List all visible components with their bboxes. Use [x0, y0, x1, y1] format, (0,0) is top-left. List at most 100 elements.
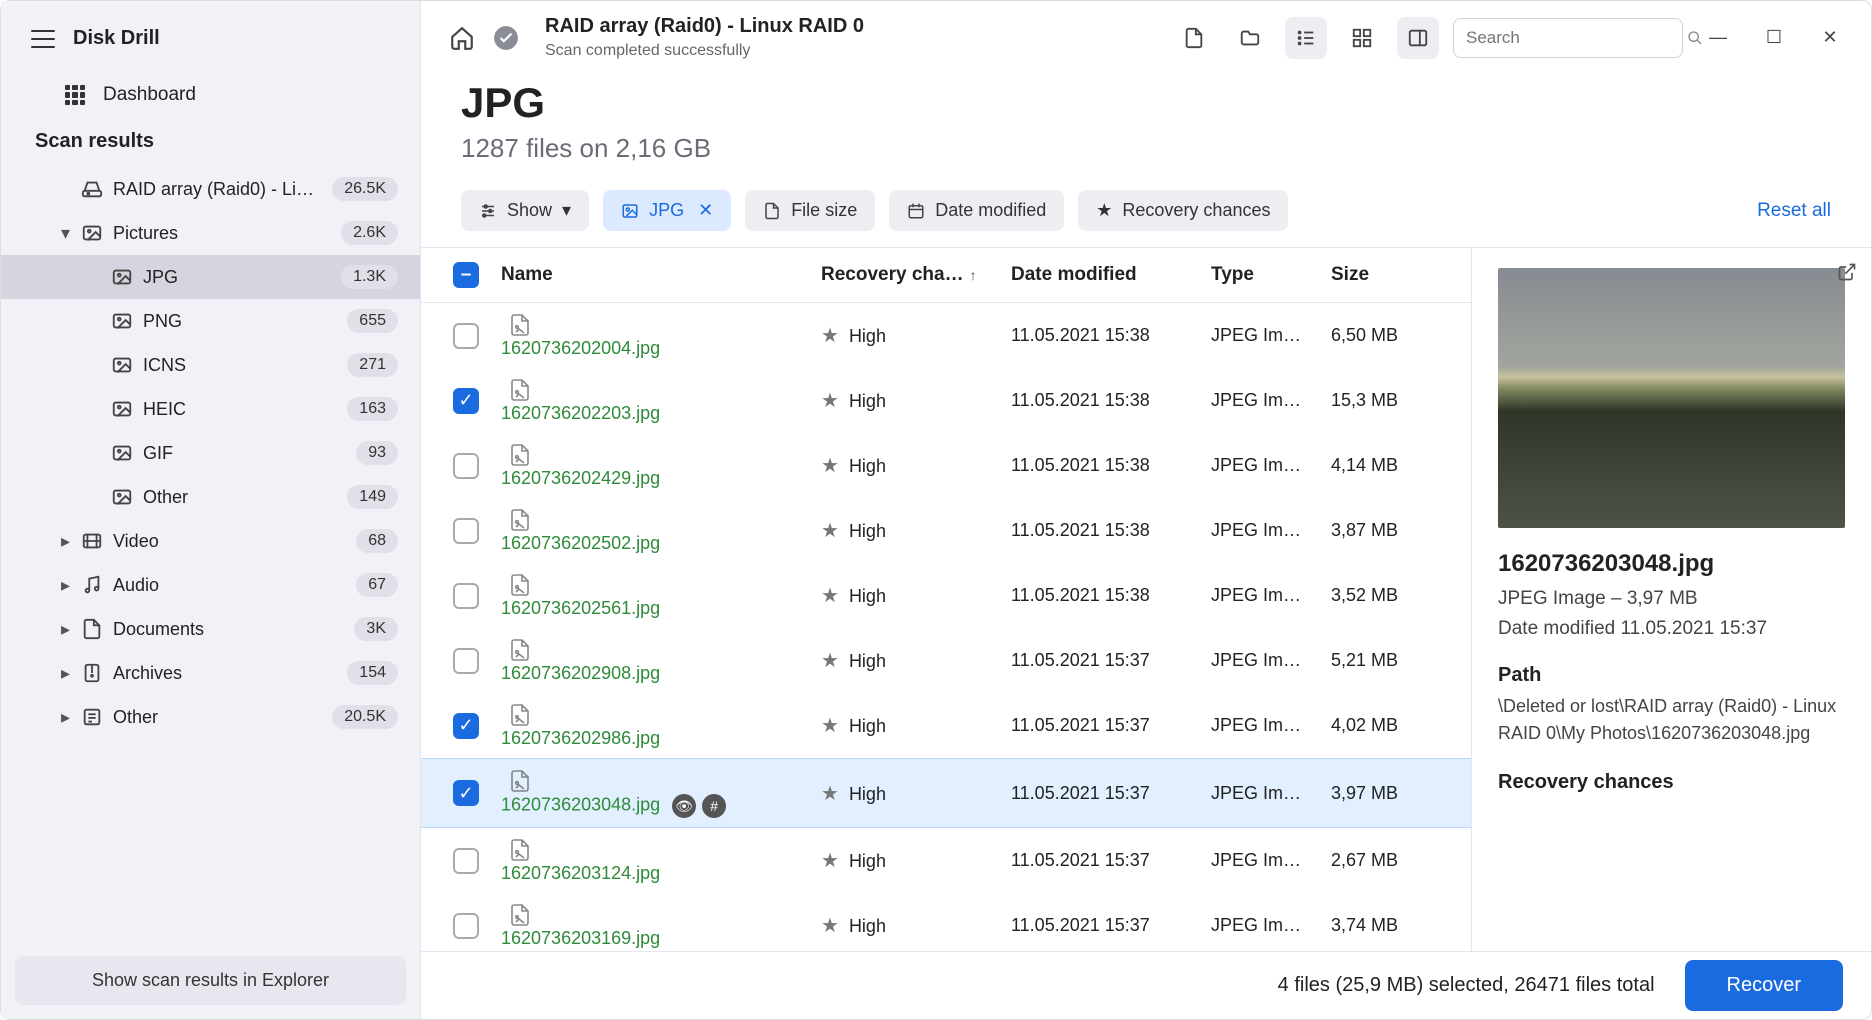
preview-eye-icon[interactable]: 👁: [672, 794, 696, 818]
menu-icon[interactable]: [31, 30, 55, 48]
show-in-explorer-button[interactable]: Show scan results in Explorer: [15, 956, 406, 1005]
sidebar-item-raid-array-raid0-li-[interactable]: RAID array (Raid0) - Li…26.5K: [1, 167, 420, 211]
view-file-icon[interactable]: [1173, 17, 1215, 59]
window-maximize[interactable]: ☐: [1753, 17, 1795, 59]
pop-out-icon[interactable]: [1837, 262, 1857, 282]
sidebar-item-label: RAID array (Raid0) - Li…: [113, 179, 322, 200]
col-type[interactable]: Type: [1211, 264, 1331, 286]
video-icon: [81, 530, 103, 552]
date-value: 11.05.2021 15:37: [1011, 783, 1211, 804]
reset-all-link[interactable]: Reset all: [1757, 200, 1831, 222]
row-checkbox[interactable]: [453, 583, 479, 609]
table-row[interactable]: 1620736202004.jpg★High11.05.2021 15:38JP…: [421, 303, 1471, 368]
zip-icon: [81, 662, 103, 684]
star-icon: ★: [821, 390, 839, 412]
col-recovery[interactable]: Recovery cha…↑: [821, 264, 1011, 286]
sidebar-item-jpg[interactable]: JPG1.3K: [1, 255, 420, 299]
sidebar-item-pictures[interactable]: ▾Pictures2.6K: [1, 211, 420, 255]
file-name: 1620736202203.jpg: [501, 403, 660, 423]
row-checkbox[interactable]: ✓: [453, 713, 479, 739]
dashboard-link[interactable]: Dashboard: [1, 72, 420, 122]
toggle-preview-icon[interactable]: [1397, 17, 1439, 59]
view-grid-icon[interactable]: [1341, 17, 1383, 59]
dashboard-icon: [65, 85, 85, 105]
size-value: 2,67 MB: [1331, 850, 1451, 871]
table-row[interactable]: 1620736202561.jpg★High11.05.2021 15:38JP…: [421, 563, 1471, 628]
search-box[interactable]: [1453, 18, 1683, 58]
preview-type-size: JPEG Image – 3,97 MB: [1498, 588, 1845, 610]
table-row[interactable]: 1620736202502.jpg★High11.05.2021 15:38JP…: [421, 498, 1471, 563]
recover-button[interactable]: Recover: [1685, 960, 1843, 1011]
view-list-icon[interactable]: [1285, 17, 1327, 59]
row-checkbox[interactable]: [453, 913, 479, 939]
window-minimize[interactable]: ―: [1697, 17, 1739, 59]
selection-status: 4 files (25,9 MB) selected, 26471 files …: [1278, 974, 1655, 997]
view-folder-icon[interactable]: [1229, 17, 1271, 59]
sidebar-item-label: HEIC: [143, 399, 337, 420]
chevron-icon: ▸: [61, 619, 71, 640]
filter-recovery-chances[interactable]: ★ Recovery chances: [1078, 190, 1288, 231]
preview-filename: 1620736203048.jpg: [1498, 550, 1845, 578]
date-value: 11.05.2021 15:37: [1011, 850, 1211, 871]
row-checkbox[interactable]: [453, 323, 479, 349]
row-checkbox[interactable]: [453, 453, 479, 479]
sidebar-item-label: Pictures: [113, 223, 331, 244]
col-date[interactable]: Date modified: [1011, 264, 1211, 286]
sidebar-item-badge: 67: [356, 573, 398, 597]
table-row[interactable]: 1620736202429.jpg★High11.05.2021 15:38JP…: [421, 433, 1471, 498]
sidebar-item-documents[interactable]: ▸Documents3K: [1, 607, 420, 651]
type-value: JPEG Im…: [1211, 585, 1331, 606]
type-value: JPEG Im…: [1211, 915, 1331, 936]
image-icon: [111, 398, 133, 420]
date-value: 11.05.2021 15:38: [1011, 585, 1211, 606]
size-value: 3,74 MB: [1331, 915, 1451, 936]
recovery-value: High: [849, 716, 886, 736]
filter-jpg-label: JPG: [649, 200, 684, 221]
row-checkbox[interactable]: [453, 518, 479, 544]
table-row[interactable]: ✓1620736202986.jpg★High11.05.2021 15:37J…: [421, 693, 1471, 758]
filter-date-modified[interactable]: Date modified: [889, 190, 1064, 231]
col-name[interactable]: Name: [491, 264, 821, 286]
sidebar-item-png[interactable]: PNG655: [1, 299, 420, 343]
close-icon[interactable]: ✕: [698, 200, 713, 221]
filter-jpg[interactable]: JPG ✕: [603, 190, 731, 231]
sidebar-item-other[interactable]: ▸Other20.5K: [1, 695, 420, 739]
home-icon[interactable]: [449, 25, 475, 51]
row-checkbox[interactable]: ✓: [453, 388, 479, 414]
sidebar-item-video[interactable]: ▸Video68: [1, 519, 420, 563]
sidebar-item-gif[interactable]: GIF93: [1, 431, 420, 475]
file-name: 1620736203169.jpg: [501, 928, 660, 948]
filter-file-size[interactable]: File size: [745, 190, 875, 231]
table-row[interactable]: 1620736203169.jpg★High11.05.2021 15:37JP…: [421, 893, 1471, 951]
header-subtitle: Scan completed successfully: [545, 42, 1155, 60]
table-row[interactable]: 1620736202908.jpg★High11.05.2021 15:37JP…: [421, 628, 1471, 693]
filter-bar: Show ▾ JPG ✕ File size Date mod: [421, 184, 1871, 247]
table-row[interactable]: ✓1620736202203.jpg★High11.05.2021 15:38J…: [421, 368, 1471, 433]
row-checkbox[interactable]: ✓: [453, 780, 479, 806]
hex-icon[interactable]: #: [702, 794, 726, 818]
sidebar-item-audio[interactable]: ▸Audio67: [1, 563, 420, 607]
row-checkbox[interactable]: [453, 848, 479, 874]
window-close[interactable]: ✕: [1809, 17, 1851, 59]
sidebar-item-icns[interactable]: ICNS271: [1, 343, 420, 387]
chevron-icon: ▸: [61, 663, 71, 684]
file-name: 1620736203124.jpg: [501, 863, 660, 883]
sidebar-item-heic[interactable]: HEIC163: [1, 387, 420, 431]
col-size[interactable]: Size: [1331, 264, 1451, 286]
file-icon: [507, 507, 533, 533]
type-value: JPEG Im…: [1211, 850, 1331, 871]
recovery-value: High: [849, 586, 886, 606]
file-icon: [507, 637, 533, 663]
table-row[interactable]: 1620736203124.jpg★High11.05.2021 15:37JP…: [421, 828, 1471, 893]
select-all-checkbox[interactable]: –: [453, 262, 479, 288]
recovery-value: High: [849, 391, 886, 411]
sidebar-item-archives[interactable]: ▸Archives154: [1, 651, 420, 695]
table-row[interactable]: ✓1620736203048.jpg👁#★High11.05.2021 15:3…: [421, 758, 1471, 828]
sidebar-item-other[interactable]: Other149: [1, 475, 420, 519]
file-name: 1620736202429.jpg: [501, 468, 660, 488]
filter-show[interactable]: Show ▾: [461, 190, 589, 231]
search-input[interactable]: [1466, 28, 1687, 48]
chevron-icon: ▾: [61, 223, 71, 244]
doc-icon: [81, 618, 103, 640]
row-checkbox[interactable]: [453, 648, 479, 674]
